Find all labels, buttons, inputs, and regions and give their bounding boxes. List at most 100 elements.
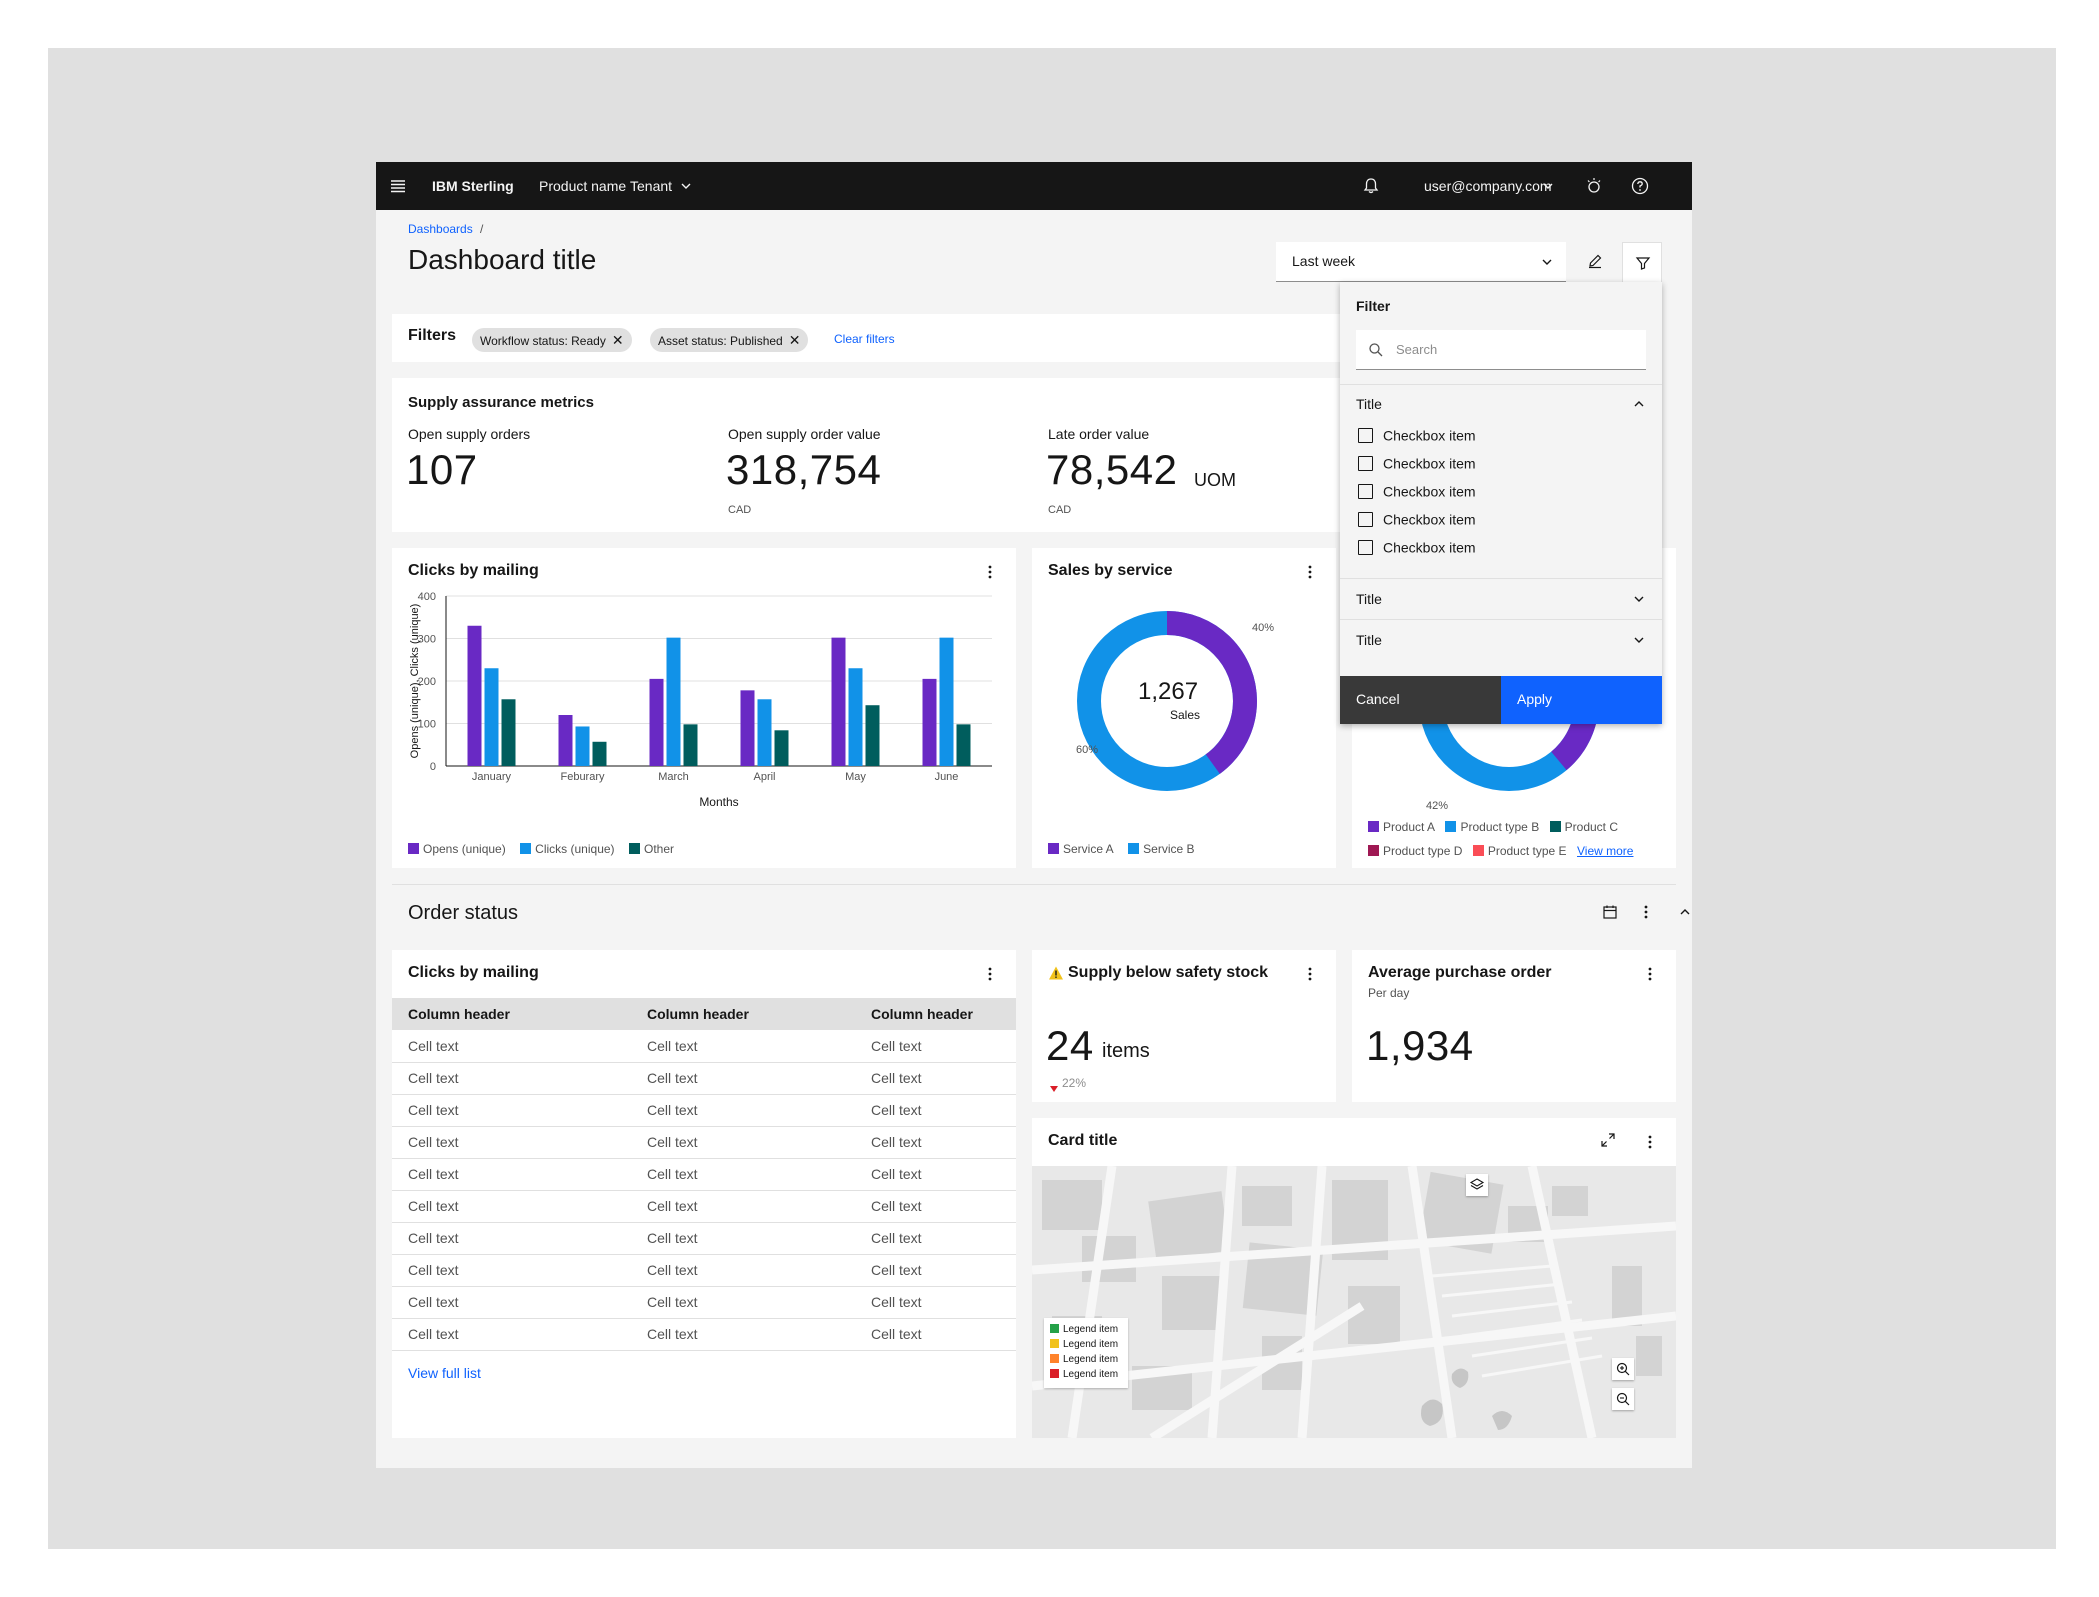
- cancel-button[interactable]: Cancel: [1340, 676, 1501, 724]
- filter-tag-workflow[interactable]: Workflow status: Ready ✕: [472, 328, 632, 352]
- checkbox-box[interactable]: [1358, 511, 1373, 527]
- table-row[interactable]: Cell text Cell text Cell text: [392, 1158, 1016, 1191]
- help-icon[interactable]: [1630, 176, 1650, 196]
- legend-item[interactable]: Opens (unique): [408, 842, 506, 856]
- legend-item[interactable]: Product type D: [1368, 844, 1462, 858]
- map-layers-control[interactable]: [1466, 1174, 1488, 1196]
- column-header[interactable]: Column header: [392, 998, 631, 1030]
- overflow-menu-icon[interactable]: [988, 966, 992, 982]
- overflow-menu-icon[interactable]: [1648, 1134, 1652, 1150]
- table-row[interactable]: Cell text Cell text Cell text: [392, 1030, 1016, 1063]
- legend-item[interactable]: Product A: [1368, 820, 1435, 834]
- legend-item[interactable]: Service A: [1048, 842, 1114, 856]
- legend-item[interactable]: Service B: [1128, 842, 1195, 856]
- overflow-menu-icon[interactable]: [1648, 966, 1652, 982]
- checkbox-box[interactable]: [1358, 483, 1373, 499]
- assistant-icon[interactable]: [1584, 176, 1604, 196]
- bar-opens-unique--may[interactable]: [831, 637, 846, 766]
- legend-item[interactable]: Product type E: [1472, 844, 1567, 858]
- apply-button[interactable]: Apply: [1501, 676, 1662, 724]
- table-row[interactable]: Cell text Cell text Cell text: [392, 1318, 1016, 1351]
- column-header[interactable]: Column header: [855, 998, 1016, 1030]
- user-menu[interactable]: user@company.com: [1424, 162, 1552, 210]
- overflow-menu-icon[interactable]: [1308, 966, 1312, 982]
- edit-icon[interactable]: [1586, 252, 1604, 270]
- overflow-menu-icon[interactable]: [1308, 564, 1312, 580]
- data-table: Column header Column header Column heade…: [392, 998, 1016, 1351]
- legend-item[interactable]: Product C: [1549, 820, 1618, 834]
- checkbox-box[interactable]: [1358, 427, 1373, 443]
- notification-icon[interactable]: [1361, 176, 1381, 196]
- legend-swatch: [1050, 1369, 1059, 1378]
- accordion-header[interactable]: Title: [1340, 579, 1662, 619]
- filter-tag-asset[interactable]: Asset status: Published ✕: [650, 328, 809, 352]
- chevron-down-icon[interactable]: [680, 180, 692, 192]
- legend-item[interactable]: Clicks (unique): [520, 842, 615, 856]
- product-name[interactable]: Product name: [539, 162, 626, 210]
- date-range-dropdown[interactable]: Last week: [1276, 242, 1566, 282]
- checkbox[interactable]: Checkbox item: [1358, 510, 1476, 530]
- column-header[interactable]: Column header: [631, 998, 855, 1030]
- bar-opens-unique--feburary[interactable]: [558, 715, 573, 766]
- table-row[interactable]: Cell text Cell text Cell text: [392, 1062, 1016, 1095]
- overflow-menu-icon[interactable]: [988, 564, 992, 580]
- bar-clicks-unique--may[interactable]: [848, 668, 863, 766]
- checkbox[interactable]: Checkbox item: [1358, 538, 1476, 558]
- bar-clicks-unique--march[interactable]: [666, 637, 681, 766]
- table-row[interactable]: Cell text Cell text Cell text: [392, 1254, 1016, 1287]
- map-layers-button[interactable]: [1462, 1166, 1463, 1167]
- bar-opens-unique--june[interactable]: [922, 678, 937, 766]
- calendar-icon[interactable]: [1602, 904, 1618, 920]
- filter-toggle-button[interactable]: [1622, 242, 1662, 282]
- checkbox-box[interactable]: [1358, 539, 1373, 555]
- zoom-out-button[interactable]: [1612, 1388, 1634, 1410]
- checkbox-box[interactable]: [1358, 455, 1373, 471]
- accordion-header[interactable]: Title: [1340, 620, 1662, 660]
- chevron-down-icon[interactable]: [1542, 180, 1554, 192]
- table-row[interactable]: Cell text Cell text Cell text: [392, 1190, 1016, 1223]
- view-full-list-link[interactable]: View full list: [408, 1365, 481, 1381]
- zoom-in-button[interactable]: [1612, 1358, 1634, 1380]
- table-row[interactable]: Cell text Cell text Cell text: [392, 1286, 1016, 1319]
- bar-other-april[interactable]: [774, 730, 789, 766]
- bar-opens-unique--april[interactable]: [740, 690, 755, 766]
- bar-other-june[interactable]: [956, 724, 971, 766]
- maximize-icon[interactable]: [1600, 1132, 1616, 1148]
- bar-opens-unique--january[interactable]: [467, 625, 482, 766]
- avg-purchase-order-card: Average purchase order Per day 1,934: [1352, 950, 1676, 1102]
- bar-clicks-unique--june[interactable]: [939, 637, 954, 766]
- table-row[interactable]: Cell text Cell text Cell text: [392, 1094, 1016, 1127]
- chevron-up-icon[interactable]: [1678, 905, 1692, 919]
- menu-icon[interactable]: [388, 176, 408, 196]
- table-row[interactable]: Cell text Cell text Cell text: [392, 1222, 1016, 1255]
- tenant-selector[interactable]: Tenant: [630, 162, 672, 210]
- clear-filters-link[interactable]: Clear filters: [834, 332, 895, 346]
- bar-clicks-unique--april[interactable]: [757, 699, 772, 766]
- view-more-link[interactable]: View more: [1577, 844, 1633, 858]
- donut-center-value: 1,267: [1138, 678, 1199, 705]
- bar-other-january[interactable]: [501, 699, 516, 766]
- bar-other-feburary[interactable]: [592, 741, 607, 766]
- overflow-menu-icon[interactable]: [1644, 904, 1648, 920]
- filter-search-input[interactable]: Search: [1356, 330, 1646, 370]
- bar-other-march[interactable]: [683, 724, 698, 766]
- legend-item[interactable]: Other: [628, 842, 674, 856]
- legend-item[interactable]: Product type B: [1445, 820, 1539, 834]
- checkbox[interactable]: Checkbox item: [1358, 426, 1476, 446]
- breadcrumb-link[interactable]: Dashboards: [408, 222, 473, 236]
- table-row[interactable]: Cell text Cell text Cell text: [392, 1126, 1016, 1159]
- table-cell: Cell text: [855, 1030, 1016, 1063]
- brand-name[interactable]: IBM Sterling: [432, 162, 514, 210]
- close-icon[interactable]: ✕: [612, 332, 624, 348]
- close-icon[interactable]: ✕: [789, 332, 801, 348]
- bar-other-may[interactable]: [865, 705, 880, 766]
- search-placeholder: Search: [1396, 342, 1438, 357]
- map-canvas[interactable]: [1032, 1166, 1676, 1438]
- bar-opens-unique--march[interactable]: [649, 678, 664, 766]
- accordion-header[interactable]: Title: [1340, 385, 1662, 421]
- bar-clicks-unique--feburary[interactable]: [575, 726, 590, 766]
- checkbox[interactable]: Checkbox item: [1358, 482, 1476, 502]
- chevron-down-icon: [1632, 633, 1646, 647]
- bar-clicks-unique--january[interactable]: [484, 668, 499, 766]
- checkbox[interactable]: Checkbox item: [1358, 454, 1476, 474]
